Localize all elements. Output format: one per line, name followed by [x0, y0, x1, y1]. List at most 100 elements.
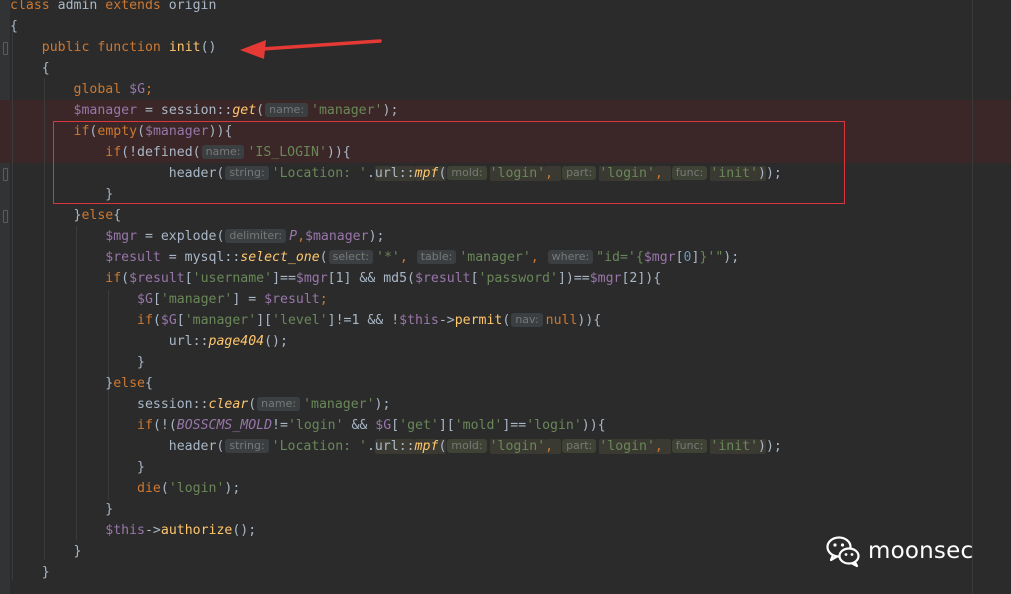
code-line[interactable]: }	[10, 352, 145, 373]
parameter-hint: where:	[547, 250, 594, 264]
code-token: (!(	[152, 418, 177, 433]
code-token: authorize	[160, 523, 233, 538]
code-token: {	[144, 376, 153, 391]
code-line[interactable]: url::page404();	[10, 331, 288, 352]
code-token: $G	[129, 82, 146, 97]
code-line[interactable]: }	[10, 499, 113, 520]
code-token: }	[10, 208, 82, 223]
code-token: ;	[319, 292, 328, 307]
code-token: 'get'	[399, 418, 439, 433]
parameter-hint: name:	[257, 397, 301, 411]
fold-marker-icon[interactable]	[3, 210, 8, 223]
code-token: $result	[415, 271, 471, 286]
code-token: = explode(	[137, 229, 225, 244]
code-token: $G	[160, 313, 177, 328]
code-token: = session::	[137, 103, 233, 118]
code-token: );	[224, 481, 241, 496]
code-token: 'login'	[168, 481, 225, 496]
code-line[interactable]: $result = mysql::select_one(select: '*', …	[10, 247, 739, 268]
code-line[interactable]: }	[10, 562, 50, 583]
code-line[interactable]: $mgr = explode(delimiter: P,$manager);	[10, 226, 384, 247]
code-token: (	[502, 313, 511, 328]
code-token: }	[10, 355, 145, 370]
code-token: 'manager'	[311, 103, 383, 118]
parameter-hint: nav:	[511, 313, 543, 327]
code-token: 'manager'	[459, 250, 531, 265]
code-token: BOSSCMS_MOLD	[176, 418, 273, 433]
code-line[interactable]: global $G;	[10, 79, 153, 100]
code-token: 'manager'	[160, 292, 233, 307]
code-token: $mgr	[643, 250, 676, 265]
code-token: header(	[10, 439, 225, 454]
code-token: ()	[200, 40, 217, 55]
code-token: extends	[105, 0, 161, 13]
code-token: origin	[160, 0, 217, 13]
code-token: }	[10, 460, 145, 475]
code-line[interactable]: $G['manager'] = $result;	[10, 289, 328, 310]
code-line[interactable]: session::clear(name:'manager');	[10, 394, 390, 415]
code-line[interactable]: }else{	[10, 205, 122, 226]
code-token: (	[319, 250, 328, 265]
code-line[interactable]: class admin extends origin	[10, 0, 216, 16]
code-token: ();	[264, 334, 288, 349]
code-token: $mgr	[105, 229, 138, 244]
code-token: ]==	[272, 271, 296, 286]
code-token: 'login'	[599, 439, 655, 454]
code-editor[interactable]: class admin extends origin { public funct…	[0, 0, 1011, 594]
code-token: ][	[438, 418, 455, 433]
parameter-hint: part:	[562, 439, 597, 453]
code-line[interactable]: }else{	[10, 373, 153, 394]
code-token: .	[366, 439, 375, 454]
code-line[interactable]: }	[10, 457, 145, 478]
code-line[interactable]: if($G['manager']['level']!=1 && !$this->…	[10, 310, 601, 331]
code-line[interactable]: die('login');	[10, 478, 240, 499]
code-line[interactable]: }	[10, 541, 82, 562]
code-token: (	[256, 103, 265, 118]
code-token: ();	[232, 523, 257, 538]
code-token: ]==	[502, 418, 527, 433]
code-token: {	[113, 208, 122, 223]
code-token: (	[152, 313, 161, 328]
code-token: 'username'	[192, 271, 273, 286]
code-token: 'manager'	[303, 397, 375, 412]
code-line[interactable]: if(!(BOSSCMS_MOLD!='login' && $G['get'][…	[10, 415, 606, 436]
parameter-hint: table:	[416, 250, 457, 264]
fold-marker-icon[interactable]	[3, 168, 8, 181]
code-token: )	[758, 439, 766, 454]
code-line[interactable]: {	[10, 58, 50, 79]
watermark: moonsec	[826, 533, 973, 569]
wechat-icon	[826, 536, 860, 568]
code-token: );	[382, 103, 399, 118]
code-token: page404	[208, 334, 265, 349]
code-line[interactable]: $this->authorize();	[10, 520, 256, 541]
fold-marker-icon[interactable]	[3, 42, 8, 55]
code-token: }	[10, 565, 50, 580]
code-token: 'mold'	[454, 418, 503, 433]
code-token: if	[137, 418, 153, 433]
code-token: (	[121, 271, 130, 286]
code-token: init	[168, 40, 201, 55]
code-line[interactable]: if($result['username']==$mgr[1] && md5($…	[10, 268, 661, 289]
code-line[interactable]: $manager = session::get(name:'manager');	[10, 100, 398, 121]
code-token: 'password'	[478, 271, 558, 286]
code-token: ] =	[232, 292, 265, 307]
code-token: $this	[105, 523, 145, 538]
code-line[interactable]: {	[10, 16, 18, 37]
code-token: ,	[654, 439, 671, 454]
parameter-hint: select:	[328, 250, 374, 264]
code-token: }	[10, 502, 114, 517]
code-token: }	[10, 376, 114, 391]
code-token: $G	[137, 292, 153, 307]
code-line[interactable]: public function init()	[10, 37, 217, 58]
editor-gutter	[0, 0, 10, 594]
code-token: '*'	[376, 250, 400, 265]
code-token: else	[113, 376, 145, 391]
code-line[interactable]: header(string: 'Location: '.url::mpf(mold…	[10, 436, 782, 457]
code-token: 'manager'	[184, 313, 257, 328]
code-token: [2]){	[621, 271, 662, 286]
code-token: get	[232, 103, 257, 118]
code-token: (	[248, 397, 257, 412]
parameter-hint: string:	[225, 439, 269, 453]
